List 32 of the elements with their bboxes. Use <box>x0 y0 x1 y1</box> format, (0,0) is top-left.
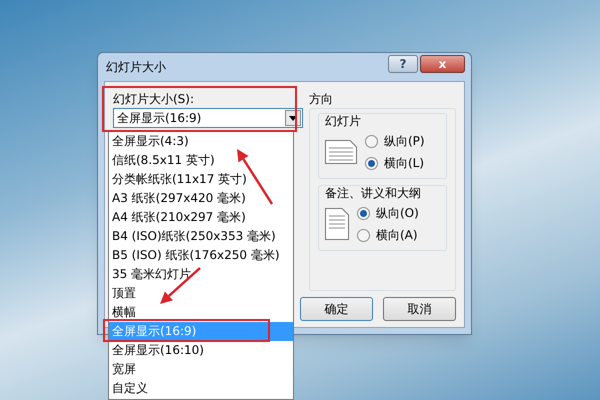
dropdown-option[interactable]: 自定义 <box>109 379 293 398</box>
radio-label: 纵向(O) <box>376 205 419 222</box>
radio-button[interactable] <box>357 206 370 220</box>
dropdown-option[interactable]: 横幅 <box>109 303 293 322</box>
dropdown-option[interactable]: B4 (ISO)纸张(250x353 毫米) <box>109 227 293 246</box>
ok-button[interactable]: 确定 <box>300 297 373 321</box>
dropdown-option[interactable]: A4 纸张(210x297 毫米) <box>109 208 293 227</box>
page-icon <box>325 208 349 240</box>
radio-label: 横向(L) <box>384 155 424 172</box>
dropdown-option[interactable]: 分类帐纸张(11x17 英寸) <box>109 170 293 189</box>
help-button[interactable]: ? <box>388 55 418 73</box>
window-title: 幻灯片大小 <box>106 59 167 76</box>
radio-label: 纵向(P) <box>384 133 425 150</box>
radio-button[interactable] <box>365 134 378 148</box>
dropdown-option[interactable]: B5 (ISO) 纸张(176x250 毫米) <box>109 246 293 265</box>
radio-button[interactable] <box>357 228 370 242</box>
dropdown-value: 全屏显示(16:9) <box>116 110 202 127</box>
group-title: 幻灯片 <box>325 113 362 130</box>
group-title: 备注、讲义和大纲 <box>325 185 422 202</box>
dropdown-option[interactable]: 顶置 <box>109 284 293 303</box>
dropdown-option[interactable]: 信纸(8.5x11 英寸) <box>109 151 293 170</box>
size-label: 幻灯片大小(S): <box>113 91 196 108</box>
group-title: 方向 <box>309 91 334 108</box>
size-dropdown[interactable]: 全屏显示(16:9) <box>113 108 303 128</box>
dropdown-option[interactable]: A3 纸张(297x420 毫米) <box>109 189 293 208</box>
cancel-button[interactable]: 取消 <box>383 297 456 321</box>
radio-label: 横向(A) <box>376 227 418 244</box>
page-icon <box>325 140 357 164</box>
dropdown-option[interactable]: 全屏显示(16:10) <box>109 341 293 360</box>
dropdown-option[interactable]: 全屏显示(4:3) <box>109 132 293 151</box>
radio-button[interactable] <box>365 156 378 170</box>
dropdown-option[interactable]: 宽屏 <box>109 360 293 379</box>
